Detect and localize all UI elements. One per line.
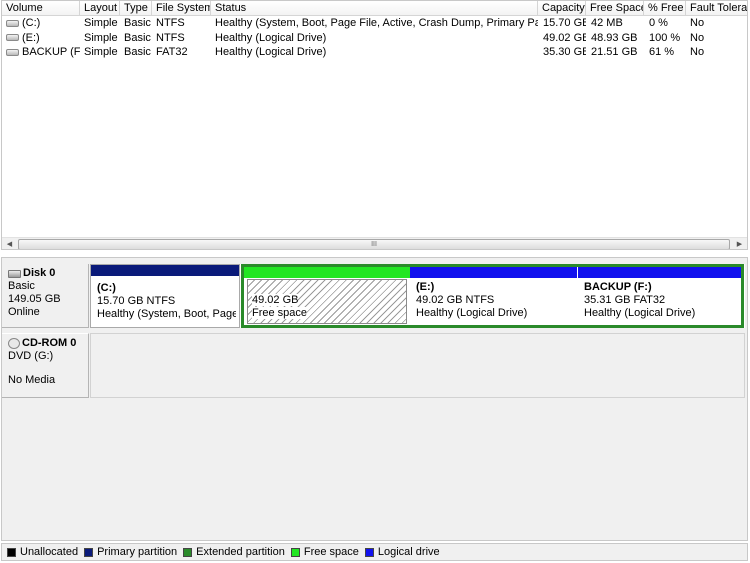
volume-name: BACKUP (F:)	[22, 46, 80, 59]
scrollbar-thumb[interactable]: III	[18, 239, 730, 249]
disk-type: Basic	[8, 280, 35, 292]
column-header-file-system[interactable]: File System	[152, 1, 211, 15]
volume-percent-free: 100 %	[649, 31, 681, 44]
volume-layout: Simple	[84, 17, 118, 29]
drive-icon	[6, 19, 19, 27]
legend-swatch	[7, 547, 16, 557]
partition-title: BACKUP (F:)	[584, 281, 652, 293]
volume-layout: Simple	[84, 31, 118, 44]
volume-status: Healthy (Logical Drive)	[215, 31, 327, 44]
volume-capacity: 15.70 GB	[543, 17, 586, 29]
partition-status: Healthy (Logical Drive)	[584, 307, 696, 319]
volume-name: (E:)	[22, 31, 40, 44]
legend: Unallocated Primary partition Extended p…	[1, 543, 748, 561]
volume-type: Basic	[124, 31, 151, 44]
partition-status: Free space	[252, 307, 308, 319]
volume-status: Healthy (System, Boot, Page File, Active…	[215, 17, 538, 29]
cd-rom-0-area	[90, 333, 745, 398]
drive-icon	[6, 34, 19, 42]
partition-size: 15.70 GB NTFS	[97, 295, 176, 307]
partition-size: 35.31 GB FAT32	[584, 294, 666, 306]
disk-name: Disk 0	[23, 267, 56, 279]
column-header-layout[interactable]: Layout	[80, 1, 120, 15]
partition-size: 49.02 GB NTFS	[416, 294, 495, 306]
column-header-status[interactable]: Status	[211, 1, 538, 15]
horizontal-scrollbar[interactable]: ◀ III ▶	[2, 237, 747, 249]
partition-title: (C:)	[97, 282, 116, 294]
legend-label: Unallocated	[20, 546, 79, 558]
drive-icon	[6, 48, 19, 56]
volume-list: Volume Layout Type File System Status Ca…	[1, 0, 748, 250]
volume-name: (C:)	[22, 17, 41, 30]
legend-item-unallocated: Unallocated	[7, 546, 78, 558]
volume-fault-tolerance: No	[690, 46, 705, 58]
legend-swatch	[290, 547, 300, 557]
legend-swatch	[84, 547, 94, 557]
cd-rom-status: No Media	[8, 374, 56, 386]
volume-free-space: 21.51 GB	[591, 46, 638, 58]
partition-title: (E:)	[416, 281, 435, 293]
disk-0-label[interactable]: Disk 0 Basic 149.05 GB Online	[2, 264, 89, 328]
partition-color-bar	[410, 267, 577, 278]
scroll-left-icon[interactable]: ◀	[3, 238, 16, 249]
volume-file-system: NTFS	[156, 17, 185, 29]
scroll-right-icon[interactable]: ▶	[733, 238, 746, 249]
cd-rom-icon	[8, 338, 20, 349]
disk-graphical-view: Disk 0 Basic 149.05 GB Online (C:) 15.70…	[1, 257, 748, 541]
hard-disk-icon	[8, 269, 21, 278]
volume-capacity: 35.30 GB	[543, 46, 586, 58]
volume-fault-tolerance: No	[690, 17, 705, 29]
partition-color-bar	[578, 267, 741, 278]
volume-free-space: 42 MB	[591, 17, 623, 29]
cd-rom-drive: DVD (G:)	[8, 350, 54, 362]
legend-swatch	[183, 547, 193, 557]
legend-label: Primary partition	[97, 546, 178, 558]
legend-item-extended-partition: Extended partition	[183, 546, 285, 558]
volume-type: Basic	[124, 17, 151, 29]
volume-percent-free: 0 %	[649, 17, 668, 29]
volume-free-space: 48.93 GB	[591, 31, 638, 44]
volume-capacity: 49.02 GB	[543, 31, 586, 44]
volume-fault-tolerance: No	[690, 31, 705, 44]
partition-f[interactable]: BACKUP (F:) 35.31 GB FAT32 Healthy (Logi…	[578, 267, 741, 325]
column-header-volume[interactable]: Volume	[2, 1, 80, 15]
partition-color-bar	[244, 267, 410, 278]
legend-item-primary-partition: Primary partition	[84, 546, 177, 558]
column-header-fault-tolerance[interactable]: Fault Toleran	[686, 1, 747, 15]
volume-file-system: NTFS	[156, 31, 185, 44]
table-row[interactable]: BACKUP (F:) Simple Basic FAT32 Healthy (…	[2, 45, 747, 60]
legend-label: Extended partition	[196, 546, 285, 558]
legend-label: Free space	[303, 546, 359, 558]
column-header-free-space[interactable]: Free Space	[586, 1, 644, 15]
table-row[interactable]: (E:) Simple Basic NTFS Healthy (Logical …	[2, 31, 747, 46]
volume-file-system: FAT32	[156, 46, 188, 58]
legend-item-free-space: Free space	[290, 546, 359, 558]
disk-size: 149.05 GB	[8, 293, 61, 305]
legend-label: Logical drive	[377, 546, 440, 558]
column-header-type[interactable]: Type	[120, 1, 152, 15]
cd-rom-name: CD-ROM 0	[22, 337, 77, 349]
volume-layout: Simple	[84, 46, 118, 58]
volume-percent-free: 61 %	[649, 46, 675, 58]
volume-status: Healthy (Logical Drive)	[215, 46, 327, 58]
partition-e[interactable]: (E:) 49.02 GB NTFS Healthy (Logical Driv…	[410, 267, 577, 325]
partition-c[interactable]: (C:) 15.70 GB NTFS Healthy (System, Boot…	[90, 264, 240, 328]
partition-size: 49.02 GB	[252, 294, 299, 306]
cd-rom-0-label[interactable]: CD-ROM 0 DVD (G:) No Media	[2, 333, 89, 398]
volume-list-header: Volume Layout Type File System Status Ca…	[2, 1, 747, 16]
table-row[interactable]: (C:) Simple Basic NTFS Healthy (System, …	[2, 16, 747, 31]
column-header-capacity[interactable]: Capacity	[538, 1, 586, 15]
volume-type: Basic	[124, 46, 151, 58]
disk-status: Online	[8, 306, 40, 318]
partition-status: Healthy (System, Boot, Page Fil	[97, 308, 236, 320]
partition-color-bar	[91, 265, 239, 276]
column-header-percent-free[interactable]: % Free	[644, 1, 686, 15]
partition-status: Healthy (Logical Drive)	[416, 307, 528, 319]
partition-free-space[interactable]: 49.02 GB Free space	[244, 267, 410, 325]
legend-item-logical-drive: Logical drive	[364, 546, 440, 558]
legend-swatch	[364, 547, 374, 557]
